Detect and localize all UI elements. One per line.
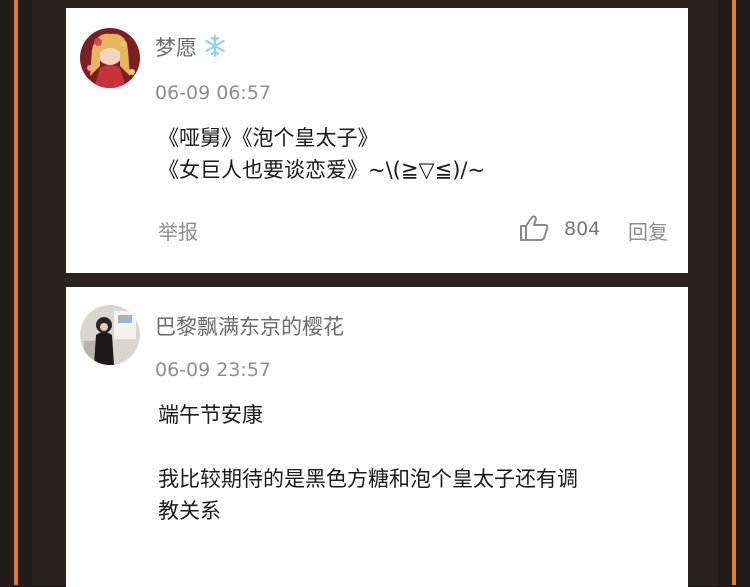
username[interactable]: 梦愿 (155, 32, 227, 63)
like-count: 804 (564, 218, 601, 240)
reply-button[interactable]: 回复 (628, 216, 668, 245)
user-avatar[interactable] (80, 28, 140, 88)
comment-timestamp: 06-09 23:57 (155, 359, 272, 381)
comment-text: 端午节安康 我比较期待的是黑色方糖和泡个皇太子还有调 教关系 (158, 403, 578, 523)
user-avatar[interactable] (80, 305, 140, 365)
comment-timestamp: 06-09 06:57 (155, 82, 272, 104)
report-button[interactable]: 举报 (158, 216, 198, 245)
left-frame-border (14, 0, 18, 585)
username[interactable]: 巴黎飘满东京的樱花 (155, 311, 344, 341)
comment-card: 巴黎飘满东京的樱花 06-09 23:57 端午节安康 我比较期待的是黑色方糖和… (66, 287, 688, 587)
right-frame-border (732, 0, 736, 585)
comment-card: 梦愿 06-09 06:57 《哑舅》《泡个皇太子》 《女巨人也要谈恋爱》~\(… (66, 8, 688, 273)
comment-text: 《哑舅》《泡个皇太子》 《女巨人也要谈恋爱》~\(≧▽≦)/~ (158, 126, 486, 182)
snowflake-icon (203, 34, 227, 63)
thumbs-up-icon[interactable] (518, 214, 550, 242)
